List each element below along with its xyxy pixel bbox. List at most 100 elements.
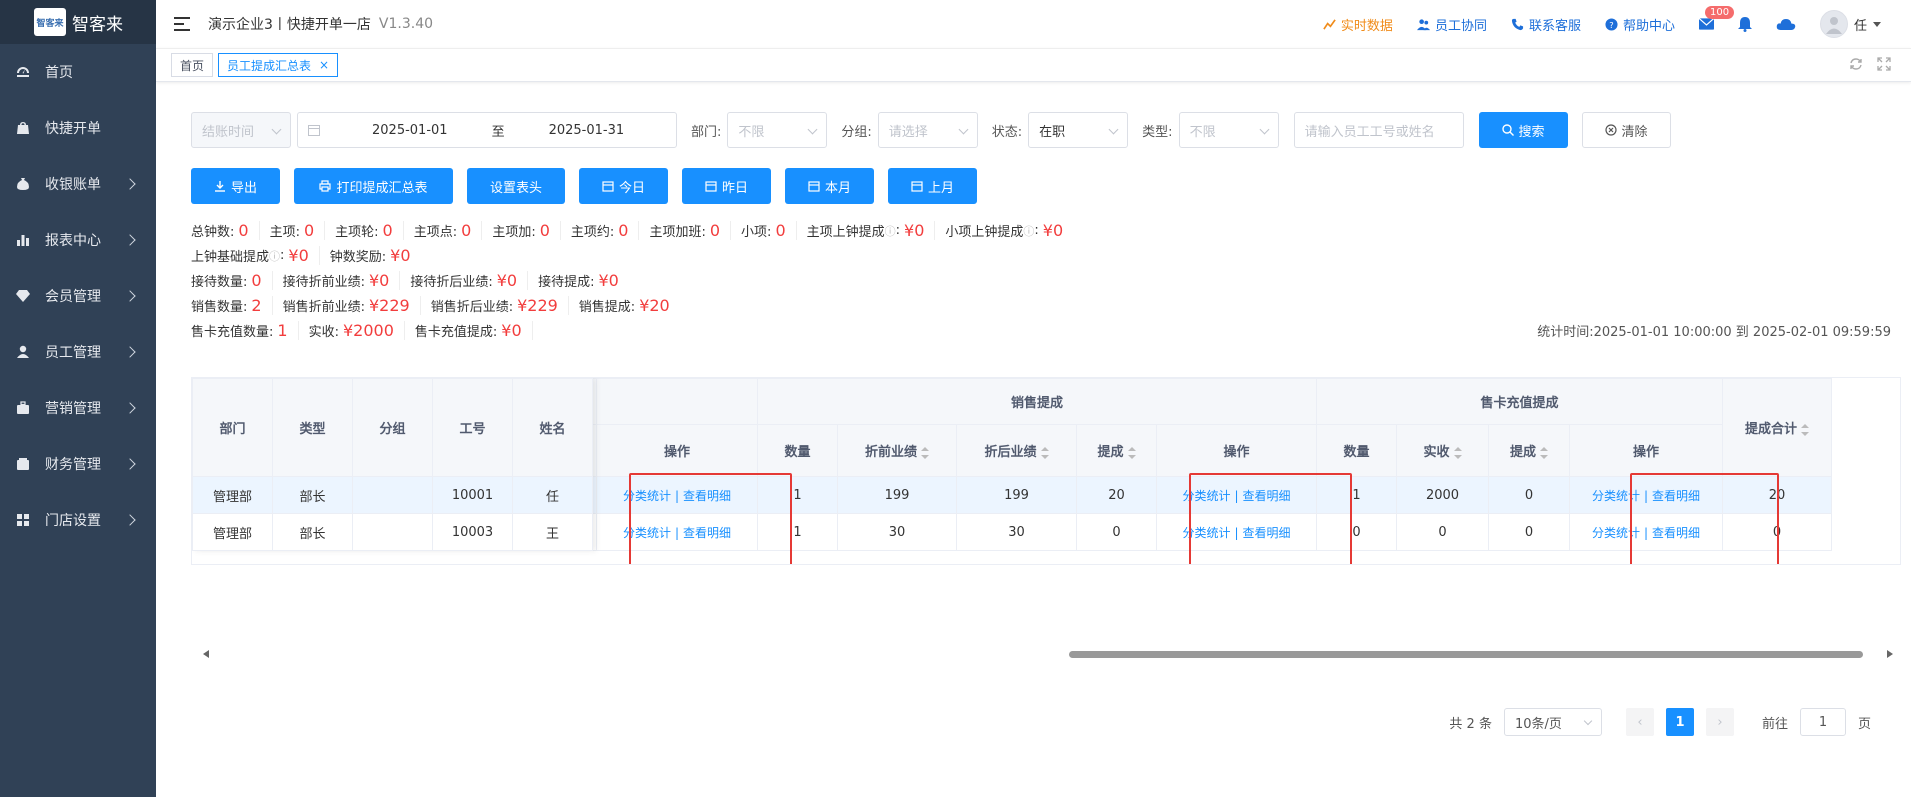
cell-dept: 管理部 [192,476,273,514]
stat-value: ¥0 [496,271,518,290]
stat-item: 小项上钟提成 ⓘ: ¥0 [945,221,1073,240]
sidebar-item-1[interactable]: 快捷开单 [0,100,156,156]
this-month-button[interactable]: 本月 [785,168,874,204]
stat-item: 售卡充值数量: 1 [191,321,299,340]
logo[interactable]: 智客来 智客来 [0,0,156,44]
status-select[interactable]: 在职 [1028,112,1129,148]
table-row[interactable]: 管理部 部长 10003 王 [192,513,593,551]
date-start[interactable]: 2025-01-01 [372,123,448,138]
date-range-picker[interactable]: 2025-01-01 至 2025-01-31 [297,112,677,148]
sort-icon[interactable] [1540,446,1548,459]
bell-icon[interactable] [1737,16,1752,32]
prev-page-button[interactable]: ‹ [1625,708,1654,736]
page-size-select[interactable]: 10条/页 [1503,708,1602,736]
sidebar-item-7[interactable]: 财务管理 [0,436,156,492]
sidebar-item-2[interactable]: 收银账单 [0,156,156,212]
sidebar-item-5[interactable]: 员工管理 [0,324,156,380]
group-label: 分组: [841,124,872,140]
realtime-data-link[interactable]: 实时数据 [1323,15,1393,34]
yesterday-button[interactable]: 昨日 [682,168,771,204]
table-row[interactable]: 管理部 部长 10001 任 [192,476,593,514]
page-unit: 页 [1857,716,1871,732]
total-header[interactable]: 提成合计 [1722,378,1832,477]
scroll-right-icon[interactable] [1887,650,1893,658]
group-select[interactable]: 请选择 [877,112,978,148]
cloud-icon[interactable] [1776,18,1796,31]
sidebar-item-label: 员工管理 [45,345,101,361]
stat-value: 0 [251,271,262,290]
stats-row-clock: 总钟数: 0 主项: 0 主项轮: 0 主项点: 0 主项加: 0 主项约: 0 主项加班: 0 小项: 0 主… [191,218,1891,243]
last-month-button[interactable]: 上月 [888,168,977,204]
refresh-icon[interactable] [1849,57,1863,71]
sidebar-item-4[interactable]: 会员管理 [0,268,156,324]
sidebar-item-6[interactable]: 营销管理 [0,380,156,436]
export-label: 导出 [230,180,257,196]
stat-item: 总钟数: 0 [191,221,260,240]
next-page-button[interactable]: › [1705,708,1734,736]
search-input[interactable]: 请输入员工工号或姓名 [1293,112,1464,148]
group-sales-header: 销售提成 [757,378,1317,425]
help-icon: ? [1605,17,1618,31]
tags-view: 首页 员工提成汇总表 × [156,48,1911,82]
info-icon[interactable]: ⓘ [1023,223,1034,239]
sort-icon[interactable] [1040,446,1049,459]
tab-home[interactable]: 首页 [171,53,214,77]
stat-label: 上钟基础提成 [191,250,270,265]
cell-id: 10001 [432,476,513,514]
sort-icon[interactable] [921,446,929,459]
chevron-down-icon [1108,124,1119,135]
briefcase-icon [15,400,31,416]
help-center-link[interactable]: ? 帮助中心 [1605,15,1675,34]
menu-toggle-icon[interactable] [174,17,190,31]
info-icon[interactable]: ⓘ [269,248,280,264]
close-icon[interactable]: × [319,58,329,72]
horizontal-scrollbar[interactable] [191,648,1901,658]
info-icon[interactable]: ⓘ [885,223,896,239]
user-avatar-icon [1825,17,1842,34]
staff-collab-link[interactable]: 员工协同 [1416,15,1487,34]
commission-table: 销售提成 售卡充值提成 提成合计 操作 数量 折前业绩 折后业绩 提成 操作 数量 实收 提成 操… [191,377,1901,565]
print-summary-button[interactable]: 打印提成汇总表 [294,168,453,204]
sort-icon[interactable] [1127,446,1136,459]
export-button[interactable]: 导出 [191,168,280,204]
stat-value: 2 [251,296,262,315]
stat-label: 实收: [308,325,339,340]
search-button[interactable]: 搜索 [1478,112,1568,148]
time-type-select[interactable]: 结账时间 [191,112,291,148]
type-select[interactable]: 不限 [1178,112,1279,148]
bar-chart-icon [15,232,31,248]
fullscreen-icon[interactable] [1877,57,1891,71]
sidebar-item-0[interactable]: 首页 [0,44,156,100]
mail-icon[interactable]: 100 [1698,6,1735,30]
stat-value: ¥0 [288,246,309,265]
user-menu[interactable]: 任 [1819,10,1881,38]
contact-support-link[interactable]: 联系客服 [1511,15,1581,34]
page-1-button[interactable]: 1 [1665,708,1694,736]
stat-value: 0 [461,221,472,240]
stat-item: 售卡充值提成: ¥0 [415,321,533,340]
scroll-left-icon[interactable] [203,650,209,658]
stat-label: 售卡充值数量: [191,325,274,340]
stat-item: 销售折前业绩: ¥229 [283,296,421,315]
tab-commission-summary[interactable]: 员工提成汇总表 × [218,53,339,77]
today-button[interactable]: 今日 [579,168,668,204]
clear-button[interactable]: 清除 [1581,112,1671,148]
type-value: 不限 [1189,124,1216,140]
sort-icon[interactable] [1801,423,1809,436]
sidebar-item-label: 报表中心 [45,233,101,249]
sidebar-item-label: 会员管理 [45,289,101,305]
user-name: 任 [1853,18,1867,34]
goto-page-input[interactable]: 1 [1799,708,1846,736]
dept-select[interactable]: 不限 [727,112,828,148]
scrollbar-thumb[interactable] [1069,651,1863,658]
sort-icon[interactable] [1453,446,1462,459]
logo-badge: 智客来 [34,8,66,36]
sales-header-label: 提成 [1097,445,1124,460]
sidebar-item-3[interactable]: 报表中心 [0,212,156,268]
date-end[interactable]: 2025-01-31 [549,123,625,138]
stat-value: 0 [618,221,629,240]
set-header-button[interactable]: 设置表头 [467,168,565,204]
fixed-header: 类型 [272,378,353,477]
stat-value: 0 [775,221,786,240]
sidebar-item-8[interactable]: 门店设置 [0,492,156,548]
